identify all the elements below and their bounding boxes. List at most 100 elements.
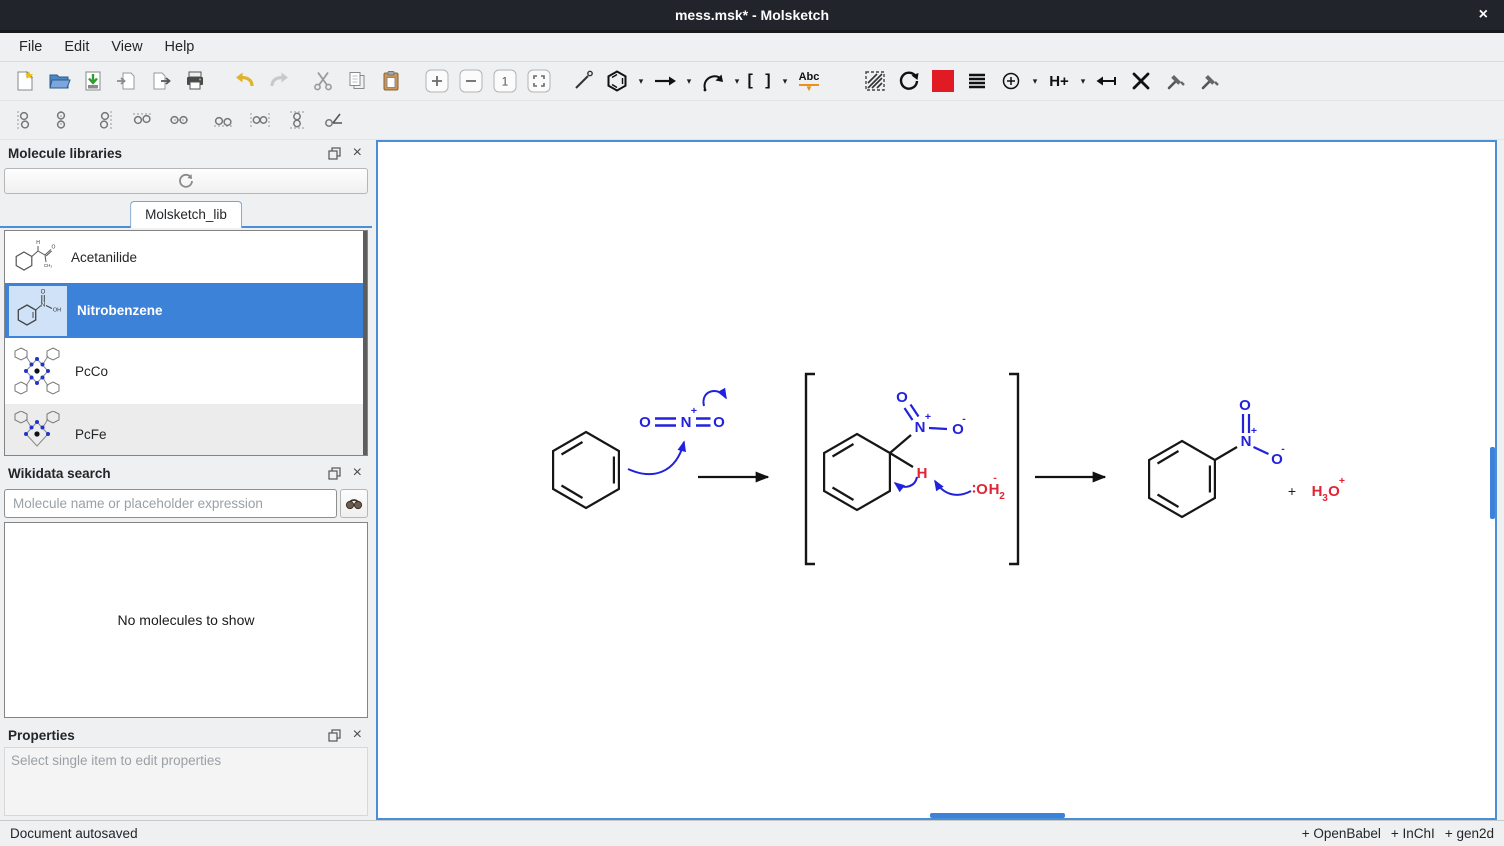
drawing-canvas[interactable]: O N + O	[376, 140, 1497, 820]
properties-dock-header: Properties ×	[0, 723, 372, 747]
brackets-tool-button[interactable]: [ ]	[744, 66, 778, 96]
ring-tool-dropdown[interactable]: ▾	[634, 66, 648, 96]
wikidata-dock-title: Wikidata search	[8, 466, 316, 481]
libraries-close-button[interactable]: ×	[353, 144, 362, 162]
zoom-original-button[interactable]: 1	[488, 66, 522, 96]
menu-edit[interactable]: Edit	[53, 35, 100, 59]
svg-text:O: O	[896, 389, 908, 406]
text-tool-icon: Abc ▼	[799, 71, 820, 91]
canvas-vertical-scrollbar[interactable]	[1490, 447, 1495, 519]
reaction-arrow-tool-button[interactable]	[648, 66, 682, 96]
distribute-horizontal-button[interactable]	[246, 106, 274, 134]
libraries-float-button[interactable]	[328, 147, 341, 160]
clean-structure-tool-button[interactable]	[1192, 66, 1226, 96]
export-button[interactable]	[144, 66, 178, 96]
align-bottom-button[interactable]	[209, 106, 237, 134]
wikidata-float-button[interactable]	[328, 467, 341, 480]
window-close-button[interactable]: ×	[1479, 4, 1488, 26]
zoom-out-button[interactable]	[454, 66, 488, 96]
lasso-select-tool-button[interactable]	[858, 66, 892, 96]
align-top-button[interactable]	[128, 106, 156, 134]
electron-arrow-water-to-h[interactable]	[935, 481, 971, 495]
align-vertical-center-icon	[50, 109, 72, 131]
svg-text:+: +	[1339, 475, 1345, 487]
properties-float-button[interactable]	[328, 729, 341, 742]
open-file-button[interactable]	[42, 66, 76, 96]
menu-file[interactable]: File	[8, 35, 53, 59]
paste-button[interactable]	[374, 66, 408, 96]
zoom-fit-button[interactable]	[522, 66, 556, 96]
electron-arrow-ch-to-ring[interactable]	[895, 477, 917, 487]
align-right-icon	[94, 109, 116, 131]
electron-arrow-benzene-to-n[interactable]	[628, 442, 684, 474]
zoom-out-icon	[458, 68, 484, 94]
charge-tool-button[interactable]	[994, 66, 1028, 96]
hammer-icon	[1197, 69, 1221, 93]
mechanism-arrow-tool-button[interactable]	[696, 66, 730, 96]
redo-icon	[267, 69, 291, 93]
water-nucleophile[interactable]: O H 2 -	[973, 472, 1005, 502]
line-width-tool-button[interactable]	[960, 66, 994, 96]
print-button[interactable]	[178, 66, 212, 96]
menu-view[interactable]: View	[100, 35, 153, 59]
canvas-horizontal-scrollbar[interactable]	[930, 813, 1065, 818]
set-angle-button[interactable]	[320, 106, 348, 134]
wikidata-search-row	[4, 489, 368, 518]
text-tool-button[interactable]: Abc ▼	[792, 66, 826, 96]
intermediate-brackets[interactable]	[806, 374, 1018, 564]
zoom-in-button[interactable]	[420, 66, 454, 96]
cut-button[interactable]	[306, 66, 340, 96]
svg-text:1: 1	[502, 75, 509, 89]
align-top-icon	[131, 109, 153, 131]
list-item-nitrobenzene[interactable]: N O OH Nitrobenzene	[5, 283, 367, 338]
reaction-scene: O N + O	[378, 142, 1495, 818]
rotate-tool-button[interactable]	[892, 66, 926, 96]
align-vertical-center-button[interactable]	[47, 106, 75, 134]
redo-button[interactable]	[262, 66, 296, 96]
ring-tool-button[interactable]	[600, 66, 634, 96]
list-item-acetanilide[interactable]: H O CH₃ Acetanilide	[5, 231, 367, 283]
hydrogen-dropdown[interactable]: ▾	[1076, 66, 1090, 96]
copy-button[interactable]	[340, 66, 374, 96]
svg-text:O: O	[1239, 397, 1251, 414]
refresh-libraries-button[interactable]	[4, 168, 368, 194]
delete-tool-button[interactable]	[1124, 66, 1158, 96]
align-right-button[interactable]	[91, 106, 119, 134]
tab-molsketch-lib[interactable]: Molsketch_lib	[130, 201, 242, 228]
align-left-button[interactable]	[10, 106, 38, 134]
delete-x-icon	[1129, 69, 1153, 93]
undo-button[interactable]	[228, 66, 262, 96]
nitrobenzene-product[interactable]: N + O O -	[1149, 397, 1285, 517]
hydronium-ion[interactable]: H 3 O +	[1312, 475, 1345, 504]
wikidata-dock-header: Wikidata search ×	[0, 460, 372, 486]
nitronium-ion[interactable]: O N + O	[639, 405, 725, 431]
menu-help[interactable]: Help	[154, 35, 206, 59]
reactant-benzene[interactable]	[553, 432, 619, 508]
library-scrollbar[interactable]	[363, 231, 367, 455]
mechanism-arrow-dropdown[interactable]: ▾	[730, 66, 744, 96]
detach-tool-button[interactable]	[1090, 66, 1124, 96]
molecule-thumbnail: N O OH	[9, 286, 67, 336]
list-item-pcco[interactable]: PcCo	[5, 338, 367, 404]
charge-dropdown[interactable]: ▾	[1028, 66, 1042, 96]
color-tool-button[interactable]	[926, 66, 960, 96]
wikidata-close-button[interactable]: ×	[353, 464, 362, 482]
draw-bond-tool-button[interactable]	[566, 66, 600, 96]
align-horizontal-center-button[interactable]	[165, 106, 193, 134]
brackets-dropdown[interactable]: ▾	[778, 66, 792, 96]
optimize-tool-button[interactable]	[1158, 66, 1192, 96]
copy-icon	[345, 69, 369, 93]
distribute-vertical-button[interactable]	[283, 106, 311, 134]
electron-arrow-no2-loop[interactable]	[703, 391, 726, 406]
hydrogen-tool-button[interactable]: H+	[1042, 66, 1076, 96]
save-button[interactable]	[76, 66, 110, 96]
wikidata-search-input[interactable]	[4, 489, 337, 518]
list-item-pcfe[interactable]: PcFe	[5, 404, 367, 456]
svg-text:-: -	[1281, 443, 1285, 455]
properties-close-button[interactable]: ×	[353, 726, 362, 744]
svg-text:N: N	[41, 301, 46, 308]
reaction-arrow-dropdown[interactable]: ▾	[682, 66, 696, 96]
new-document-button[interactable]: ★	[8, 66, 42, 96]
import-button[interactable]	[110, 66, 144, 96]
wikidata-search-button[interactable]	[340, 489, 368, 518]
